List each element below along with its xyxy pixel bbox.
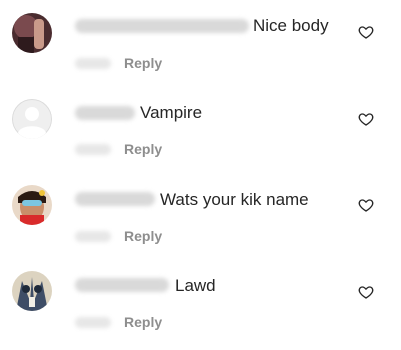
comment-text: Lawd xyxy=(175,276,216,295)
timestamp-blurred xyxy=(75,231,111,242)
comment-item: Wats your kik name Reply xyxy=(0,172,401,258)
user-avatar[interactable] xyxy=(12,185,52,225)
comment-text: Vampire xyxy=(140,103,203,122)
username-blurred[interactable] xyxy=(75,19,249,33)
heart-outline-icon xyxy=(358,26,374,39)
user-photo-avatar-icon xyxy=(12,13,52,53)
like-button[interactable] xyxy=(358,111,374,127)
comment-item: Nice body Reply xyxy=(0,0,401,86)
username-blurred[interactable] xyxy=(75,106,135,120)
comment-text: Nice body xyxy=(253,16,329,35)
timestamp-blurred xyxy=(75,317,111,328)
reply-button[interactable]: Reply xyxy=(124,54,162,72)
default-avatar-icon xyxy=(12,99,52,139)
reply-button[interactable]: Reply xyxy=(124,140,162,158)
heart-outline-icon xyxy=(358,286,374,299)
heart-outline-icon xyxy=(358,199,374,212)
user-avatar[interactable] xyxy=(12,13,52,53)
comment-text: Wats your kik name xyxy=(160,190,309,209)
like-button[interactable] xyxy=(358,197,374,213)
username-blurred[interactable] xyxy=(75,278,169,292)
comment-item: Lawd Reply xyxy=(0,258,401,344)
user-avatar[interactable] xyxy=(12,271,52,311)
user-avatar[interactable] xyxy=(12,99,52,139)
like-button[interactable] xyxy=(358,284,374,300)
like-button[interactable] xyxy=(358,24,374,40)
reply-button[interactable]: Reply xyxy=(124,313,162,331)
username-blurred[interactable] xyxy=(75,192,155,206)
reply-button[interactable]: Reply xyxy=(124,227,162,245)
heart-outline-icon xyxy=(358,113,374,126)
user-photo-avatar-icon xyxy=(12,271,52,311)
timestamp-blurred xyxy=(75,144,111,155)
timestamp-blurred xyxy=(75,58,111,69)
comment-item: Vampire Reply xyxy=(0,86,401,172)
user-photo-avatar-icon xyxy=(12,185,52,225)
